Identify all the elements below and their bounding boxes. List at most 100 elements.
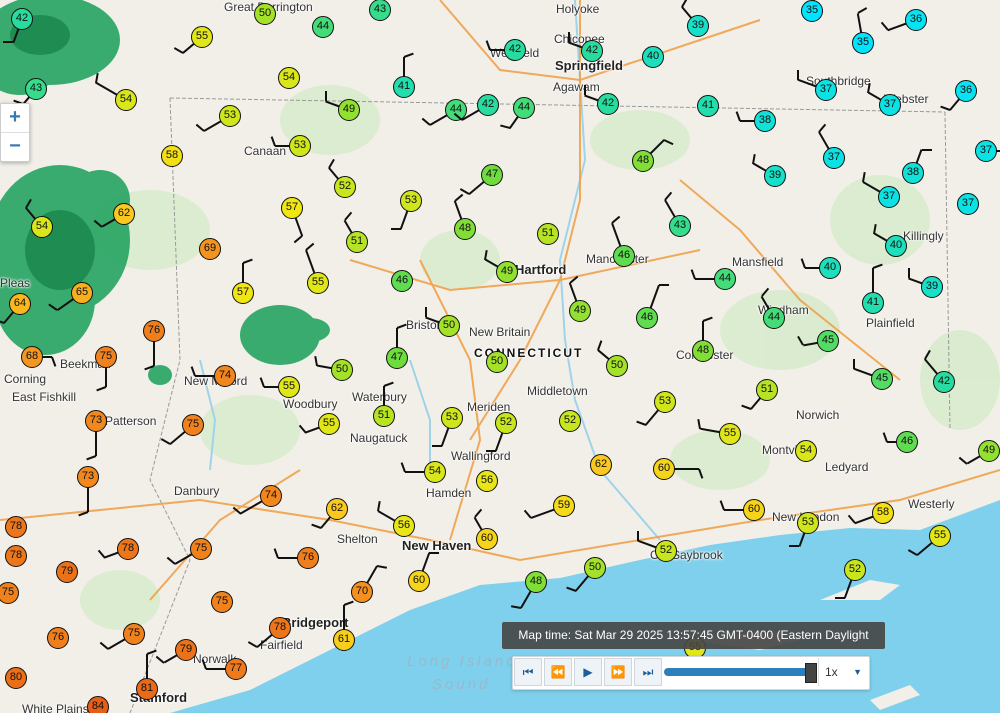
station-temperature-marker[interactable]: 74: [214, 365, 236, 387]
station-temperature-marker[interactable]: 37: [823, 147, 845, 169]
station-temperature-marker[interactable]: 46: [613, 245, 635, 267]
station-temperature-marker[interactable]: 48: [525, 571, 547, 593]
zoom-out-button[interactable]: −: [1, 133, 29, 161]
station-temperature-marker[interactable]: 42: [504, 39, 526, 61]
play-button[interactable]: ▶: [574, 658, 602, 686]
station-temperature-marker[interactable]: 60: [743, 499, 765, 521]
station-temperature-marker[interactable]: 39: [921, 276, 943, 298]
station-temperature-marker[interactable]: 78: [269, 617, 291, 639]
station-temperature-marker[interactable]: 58: [872, 502, 894, 524]
first-frame-button[interactable]: ⏮: [514, 658, 542, 686]
station-temperature-marker[interactable]: 41: [862, 292, 884, 314]
station-temperature-marker[interactable]: 40: [819, 257, 841, 279]
station-temperature-marker[interactable]: 65: [71, 282, 93, 304]
station-temperature-marker[interactable]: 37: [957, 193, 979, 215]
station-temperature-marker[interactable]: 75: [211, 591, 233, 613]
station-temperature-marker[interactable]: 40: [642, 46, 664, 68]
station-temperature-marker[interactable]: 78: [5, 545, 27, 567]
time-slider-track[interactable]: [664, 668, 810, 676]
station-temperature-marker[interactable]: 78: [5, 516, 27, 538]
station-temperature-marker[interactable]: 37: [815, 79, 837, 101]
station-temperature-marker[interactable]: 43: [369, 0, 391, 21]
station-temperature-marker[interactable]: 54: [278, 67, 300, 89]
station-temperature-marker[interactable]: 43: [25, 78, 47, 100]
station-temperature-marker[interactable]: 45: [871, 368, 893, 390]
station-temperature-marker[interactable]: 59: [553, 495, 575, 517]
station-temperature-marker[interactable]: 55: [318, 413, 340, 435]
station-temperature-marker[interactable]: 50: [486, 351, 508, 373]
station-temperature-marker[interactable]: 50: [438, 315, 460, 337]
station-temperature-marker[interactable]: 75: [182, 414, 204, 436]
station-temperature-marker[interactable]: 56: [393, 515, 415, 537]
station-temperature-marker[interactable]: 42: [581, 40, 603, 62]
station-temperature-marker[interactable]: 44: [312, 16, 334, 38]
station-temperature-marker[interactable]: 50: [606, 355, 628, 377]
station-temperature-marker[interactable]: 62: [326, 498, 348, 520]
station-temperature-marker[interactable]: 53: [441, 407, 463, 429]
station-temperature-marker[interactable]: 39: [687, 15, 709, 37]
station-temperature-marker[interactable]: 58: [161, 145, 183, 167]
station-temperature-marker[interactable]: 76: [143, 320, 165, 342]
station-temperature-marker[interactable]: 53: [219, 105, 241, 127]
station-temperature-marker[interactable]: 38: [754, 110, 776, 132]
station-temperature-marker[interactable]: 79: [175, 639, 197, 661]
station-temperature-marker[interactable]: 41: [393, 76, 415, 98]
weather-map[interactable]: Holyoke Great Barrington Chicopee Springfie…: [0, 0, 1000, 713]
next-frame-button[interactable]: ⏩: [604, 658, 632, 686]
station-temperature-marker[interactable]: 53: [289, 135, 311, 157]
station-temperature-marker[interactable]: 46: [636, 307, 658, 329]
station-temperature-marker[interactable]: 76: [47, 627, 69, 649]
station-temperature-marker[interactable]: 80: [5, 667, 27, 689]
station-temperature-marker[interactable]: 48: [454, 218, 476, 240]
station-temperature-marker[interactable]: 37: [878, 186, 900, 208]
station-temperature-marker[interactable]: 48: [692, 340, 714, 362]
station-temperature-marker[interactable]: 37: [975, 140, 997, 162]
station-temperature-marker[interactable]: 75: [190, 538, 212, 560]
station-temperature-marker[interactable]: 42: [477, 94, 499, 116]
station-temperature-marker[interactable]: 46: [896, 431, 918, 453]
station-temperature-marker[interactable]: 44: [513, 97, 535, 119]
station-temperature-marker[interactable]: 79: [56, 561, 78, 583]
station-temperature-marker[interactable]: 54: [31, 216, 53, 238]
station-temperature-marker[interactable]: 52: [559, 410, 581, 432]
station-temperature-marker[interactable]: 84: [87, 696, 109, 713]
station-temperature-marker[interactable]: 52: [495, 412, 517, 434]
station-temperature-marker[interactable]: 38: [902, 162, 924, 184]
station-temperature-marker[interactable]: 70: [351, 581, 373, 603]
station-temperature-marker[interactable]: 74: [260, 485, 282, 507]
station-temperature-marker[interactable]: 60: [408, 570, 430, 592]
station-temperature-marker[interactable]: 60: [476, 528, 498, 550]
station-temperature-marker[interactable]: 61: [333, 629, 355, 651]
station-temperature-marker[interactable]: 43: [669, 215, 691, 237]
station-temperature-marker[interactable]: 53: [797, 512, 819, 534]
station-temperature-marker[interactable]: 77: [225, 658, 247, 680]
station-temperature-marker[interactable]: 54: [115, 89, 137, 111]
station-temperature-marker[interactable]: 55: [719, 423, 741, 445]
station-temperature-marker[interactable]: 47: [386, 347, 408, 369]
station-temperature-marker[interactable]: 69: [199, 238, 221, 260]
station-temperature-marker[interactable]: 51: [756, 379, 778, 401]
station-temperature-marker[interactable]: 52: [334, 176, 356, 198]
speed-select[interactable]: 1x ▼: [818, 658, 868, 686]
station-temperature-marker[interactable]: 39: [764, 165, 786, 187]
station-temperature-marker[interactable]: 48: [632, 150, 654, 172]
station-temperature-marker[interactable]: 55: [278, 376, 300, 398]
time-slider-handle[interactable]: [805, 663, 817, 683]
station-temperature-marker[interactable]: 51: [373, 405, 395, 427]
station-temperature-marker[interactable]: 50: [331, 359, 353, 381]
station-temperature-marker[interactable]: 78: [117, 538, 139, 560]
station-temperature-marker[interactable]: 68: [21, 346, 43, 368]
station-temperature-marker[interactable]: 49: [496, 261, 518, 283]
station-temperature-marker[interactable]: 42: [597, 93, 619, 115]
station-temperature-marker[interactable]: 42: [933, 371, 955, 393]
station-temperature-marker[interactable]: 50: [254, 3, 276, 25]
station-temperature-marker[interactable]: 46: [391, 270, 413, 292]
station-temperature-marker[interactable]: 51: [537, 223, 559, 245]
station-temperature-marker[interactable]: 36: [955, 80, 977, 102]
station-temperature-marker[interactable]: 55: [191, 26, 213, 48]
station-temperature-marker[interactable]: 40: [885, 235, 907, 257]
station-temperature-marker[interactable]: 41: [697, 95, 719, 117]
station-temperature-marker[interactable]: 53: [400, 190, 422, 212]
station-temperature-marker[interactable]: 76: [297, 547, 319, 569]
station-temperature-marker[interactable]: 52: [844, 559, 866, 581]
